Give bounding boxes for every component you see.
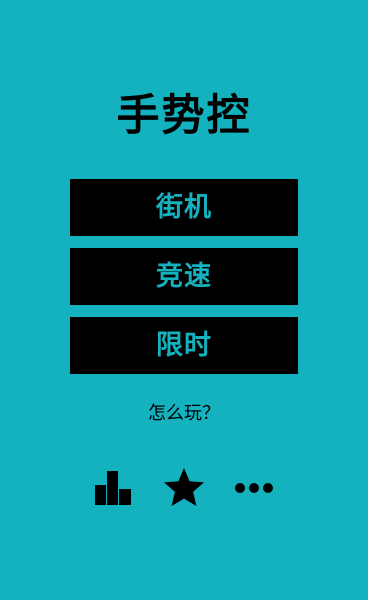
leaderboard-icon — [95, 471, 131, 505]
main-menu-screen: 手势控 街机 竞速 限时 怎么玩？ — [0, 0, 368, 600]
time-limit-mode-button[interactable]: 限时 — [70, 317, 298, 374]
app-title: 手势控 — [116, 91, 252, 141]
more-icon — [235, 483, 273, 493]
race-mode-button[interactable]: 竞速 — [70, 248, 298, 305]
arcade-mode-button[interactable]: 街机 — [70, 179, 298, 236]
leaderboard-button[interactable] — [90, 466, 136, 510]
star-icon — [164, 468, 204, 506]
more-options-button[interactable] — [231, 466, 277, 510]
how-to-play-link[interactable]: 怎么玩？ — [0, 400, 368, 428]
favorites-button[interactable] — [161, 466, 207, 510]
